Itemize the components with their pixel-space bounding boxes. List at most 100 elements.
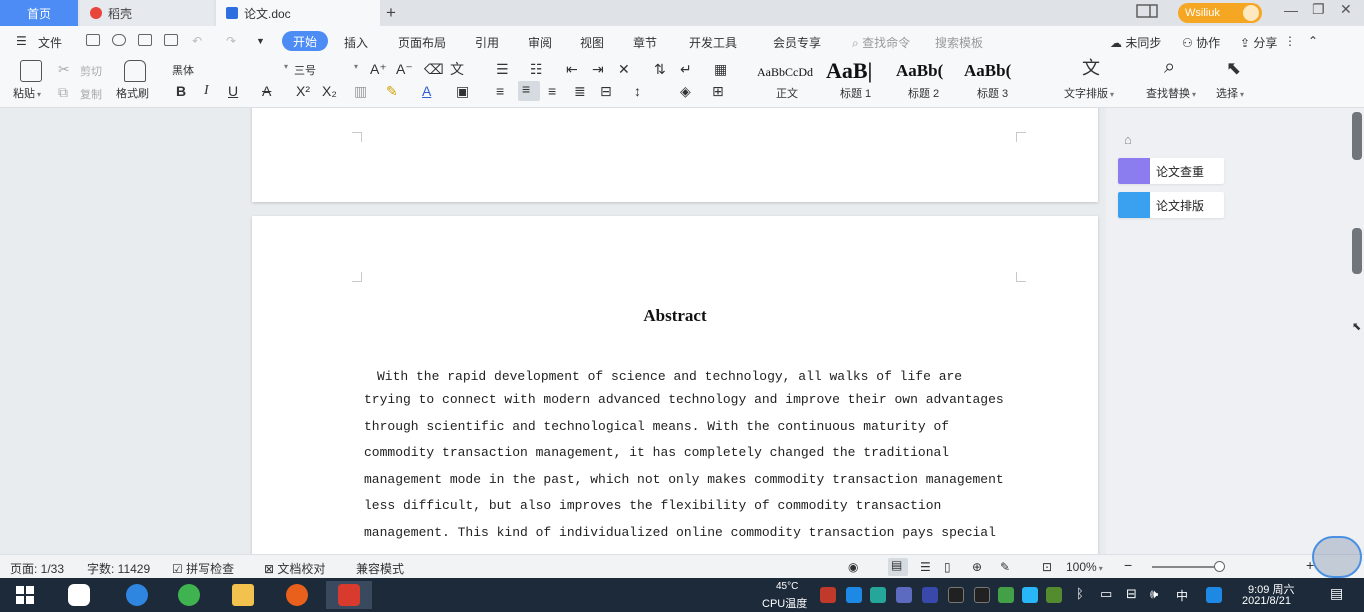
network-icon[interactable]: ⊟ — [1126, 586, 1137, 602]
copy-button[interactable]: 复制 — [80, 86, 102, 102]
zoom-out-icon[interactable]: − — [1124, 557, 1132, 573]
notification-center-icon[interactable]: ▤ — [1330, 585, 1343, 602]
document-page-abstract[interactable]: Abstract With the rapid development of s… — [252, 216, 1098, 554]
menu-start[interactable]: 开始 — [282, 31, 328, 51]
format-painter-button[interactable]: 格式刷 — [116, 85, 149, 101]
quick-access-dropdown-icon[interactable]: ▼ — [256, 36, 265, 46]
scrollbar-thumb[interactable] — [1352, 228, 1362, 274]
media-player-icon[interactable] — [274, 581, 320, 609]
menu-devtools[interactable]: 开发工具 — [689, 34, 737, 51]
underline-icon[interactable]: U — [228, 83, 238, 99]
undo-icon[interactable]: ↶ — [192, 34, 202, 48]
bold-icon[interactable]: B — [176, 83, 186, 99]
panel-collapse-icon[interactable]: ⌂ — [1124, 132, 1132, 147]
new-tab-plus-icon[interactable]: + — [386, 3, 396, 23]
menu-insert[interactable]: 插入 — [344, 34, 368, 51]
document-page-previous[interactable] — [252, 108, 1098, 202]
zoom-slider[interactable] — [1152, 566, 1222, 568]
qq-icon[interactable] — [948, 587, 964, 603]
user-account-pill[interactable]: Wsiliuk — [1178, 3, 1262, 23]
tray-app-icon[interactable] — [820, 587, 836, 603]
highlight-icon[interactable]: ✎ — [386, 83, 398, 99]
shield-icon[interactable] — [922, 587, 938, 603]
scrollbar-thumb-upper[interactable] — [1352, 112, 1362, 160]
superscript-icon[interactable]: X² — [296, 83, 310, 99]
character-shading-icon[interactable]: ▥ — [354, 83, 367, 99]
find-replace-button[interactable]: 查找替换 ▾ — [1146, 85, 1196, 101]
font-name-select[interactable]: 黑体 ▾ — [172, 62, 288, 78]
style-heading1-sample[interactable]: AaB| — [826, 58, 872, 84]
style-normal-sample[interactable]: AaBbCcDd — [757, 65, 813, 80]
tray-app-icon[interactable] — [846, 587, 862, 603]
web-view-icon[interactable]: ⊕ — [972, 560, 982, 574]
align-right-icon[interactable]: ≡ — [548, 83, 556, 99]
find-replace-icon[interactable]: ⌕ — [1164, 57, 1175, 77]
minimize-icon[interactable]: — — [1284, 2, 1298, 18]
grow-font-icon[interactable]: A⁺ — [370, 61, 387, 77]
tray-app-icon[interactable] — [1206, 587, 1222, 603]
menu-page-layout[interactable]: 页面布局 — [398, 34, 446, 51]
tray-app-icon[interactable] — [870, 587, 886, 603]
decrease-indent-icon[interactable]: ⇤ — [566, 61, 578, 77]
menu-vip[interactable]: 会员专享 — [773, 34, 821, 51]
numbered-list-icon[interactable]: ☷ — [530, 61, 543, 77]
tab-home[interactable]: 首页 — [0, 0, 78, 26]
browser-360-icon[interactable] — [166, 581, 212, 609]
clock-date[interactable]: 2021/8/21 — [1242, 595, 1291, 607]
distributed-align-icon[interactable]: ⊟ — [600, 83, 612, 99]
collaborate-button[interactable]: ⚇ 协作 — [1182, 34, 1220, 51]
text-layout-button[interactable]: 文字排版 ▾ — [1064, 85, 1114, 101]
copy-icon[interactable]: ⧉ — [58, 84, 68, 100]
show-marks-icon[interactable]: ↵ — [680, 61, 692, 77]
print-preview-icon[interactable] — [164, 34, 178, 46]
align-center-icon[interactable]: ≡ — [518, 81, 540, 101]
sync-status[interactable]: ☁ 未同步 — [1110, 34, 1161, 51]
close-icon[interactable]: ✕ — [1340, 1, 1352, 18]
eye-protection-icon[interactable]: ◉ — [848, 560, 858, 574]
search-template-input[interactable]: 搜索模板 — [935, 34, 983, 51]
select-cursor-icon[interactable]: ⬉ — [1226, 59, 1241, 77]
page-view-icon[interactable]: ▤ — [888, 558, 908, 576]
paragraph-shading-icon[interactable]: ◈ — [680, 83, 691, 99]
italic-icon[interactable]: I — [204, 83, 209, 99]
bullet-list-icon[interactable]: ☰ — [496, 61, 509, 77]
restore-icon[interactable]: ❐ — [1312, 1, 1325, 18]
outline-view-icon[interactable]: ☰ — [920, 560, 931, 574]
thesis-check-button[interactable]: 论文查重 — [1118, 158, 1224, 184]
zoom-slider-handle[interactable] — [1214, 561, 1225, 572]
windows-start-icon[interactable] — [2, 581, 48, 609]
spell-check-button[interactable]: ☑ 拼写检查 — [172, 560, 234, 577]
zoom-level[interactable]: 100% ▾ — [1066, 560, 1103, 574]
align-left-icon[interactable]: ≡ — [496, 83, 504, 99]
floating-keyboard-button[interactable] — [1312, 536, 1362, 578]
doc-proofread-button[interactable]: ⊠ 文档校对 — [264, 560, 325, 577]
menu-review[interactable]: 审阅 — [528, 34, 552, 51]
collapse-ribbon-icon[interactable]: ⌃ — [1308, 34, 1318, 48]
select-button[interactable]: 选择 ▾ — [1216, 85, 1244, 101]
font-size-select[interactable]: 三号 ▾ — [294, 62, 358, 78]
menu-view[interactable]: 视图 — [580, 34, 604, 51]
style-heading2-sample[interactable]: AaBb( — [896, 61, 943, 81]
redo-icon[interactable]: ↷ — [226, 34, 236, 48]
menu-chapter[interactable]: 章节 — [633, 34, 657, 51]
file-explorer-icon[interactable] — [220, 581, 266, 609]
document-workspace[interactable]: Abstract With the rapid development of s… — [0, 108, 1106, 554]
shrink-font-icon[interactable]: A⁻ — [396, 61, 413, 77]
phonetic-guide-icon[interactable]: 文 — [450, 61, 464, 77]
page-indicator[interactable]: 页面: 1/33 — [10, 560, 64, 577]
volume-icon[interactable]: 🕪 — [1150, 586, 1158, 602]
borders-icon[interactable]: ⊞ — [712, 83, 724, 99]
fit-page-icon[interactable]: ⊡ — [1042, 560, 1052, 574]
wps-office-icon[interactable] — [326, 581, 372, 609]
layout-toggle-icon[interactable] — [1136, 3, 1160, 22]
increase-indent-icon[interactable]: ⇥ — [592, 61, 604, 77]
cut-button[interactable]: 剪切 — [80, 63, 102, 79]
internet-explorer-icon[interactable] — [114, 581, 160, 609]
character-border-icon[interactable]: ▣ — [456, 83, 469, 99]
battery-icon[interactable]: ▭ — [1100, 586, 1112, 602]
line-spacing-icon[interactable]: ↕ — [634, 83, 641, 99]
tray-app-icon[interactable] — [1022, 587, 1038, 603]
write-mode-icon[interactable]: ✎ — [1000, 560, 1010, 574]
share-button[interactable]: ⇪ 分享 — [1240, 34, 1277, 51]
text-layout-icon[interactable]: 文 — [1082, 59, 1100, 77]
